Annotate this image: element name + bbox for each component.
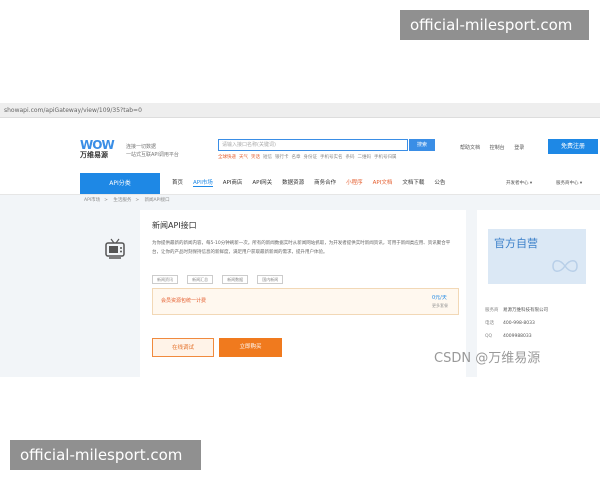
register-button[interactable]: 免费注册: [548, 139, 598, 154]
hot-word-link[interactable]: 短信: [263, 155, 272, 160]
hot-word-link[interactable]: 手机号实名: [320, 155, 343, 160]
watermark-bottom: official-milesport.com: [10, 440, 201, 470]
hot-word-link[interactable]: 天气: [239, 155, 248, 160]
slogan: 连接一切数据 一站式互联API调用平台: [126, 143, 179, 159]
tv-icon: [105, 238, 125, 259]
nav-item[interactable]: 数据资源: [282, 180, 304, 186]
breadcrumb-current: 新闻API接口: [144, 198, 170, 203]
hot-word-link[interactable]: 名章: [292, 155, 301, 160]
banner-title: 官方自营: [494, 237, 538, 250]
provider-phone-row: 电话 400-998-8033: [485, 317, 548, 330]
breadcrumb-sep: >: [104, 198, 108, 203]
logo-mark: WOW: [80, 138, 115, 152]
breadcrumb-sep: >: [135, 198, 140, 203]
api-tag[interactable]: 新闻汇总: [187, 275, 214, 284]
main-nav: API分类 首页 API市场 API商店 API网关 数据资源 商务合作 小程序 API文档 文…: [0, 173, 600, 195]
slogan-line-1: 连接一切数据: [126, 144, 157, 150]
hot-word-link[interactable]: 身份证: [304, 155, 318, 160]
provider-info: 服务商 易源万维科技有限公司 电话 400-998-8033 QQ 400998803…: [485, 304, 548, 343]
breadcrumb-item[interactable]: 生活服务: [113, 198, 131, 203]
plan-label: 会员资源包统一计费: [161, 298, 207, 304]
info-value: 400-998-8033: [503, 321, 535, 326]
console-link[interactable]: 控制台: [490, 145, 505, 151]
nav-items: 首页 API市场 API商店 API网关 数据资源 商务合作 小程序 API文档 文档下载 公告: [172, 173, 455, 194]
search-input[interactable]: 请输入接口名称(关键词): [218, 139, 408, 151]
nav-item[interactable]: API商店: [223, 180, 243, 186]
api-category-button[interactable]: API分类: [80, 173, 160, 194]
logo-name: 万维易源: [80, 151, 108, 159]
info-label: 电话: [485, 321, 494, 326]
address-bar[interactable]: showapi.com/apiGateway/view/109/35?tab=0: [0, 103, 600, 118]
nav-item[interactable]: API文档: [373, 180, 393, 186]
online-debug-button[interactable]: 在线调试: [152, 338, 214, 357]
api-title: 新闻API接口: [152, 221, 197, 230]
hot-word-link[interactable]: 条码: [346, 155, 355, 160]
login-link[interactable]: 登录: [514, 145, 524, 151]
provider-qq-row: QQ 4009988033: [485, 330, 548, 343]
info-value: 4009988033: [503, 334, 532, 339]
embedded-screenshot: showapi.com/apiGateway/view/109/35?tab=0…: [0, 103, 600, 377]
nav-item[interactable]: 文档下载: [402, 180, 424, 186]
api-tag[interactable]: 新闻资讯: [152, 275, 178, 284]
nav-item[interactable]: 小程序: [346, 180, 363, 186]
site-logo[interactable]: WOW 万维易源: [80, 139, 120, 160]
plan-price-value: 0元/天: [432, 295, 447, 301]
breadcrumb-item[interactable]: API市场: [84, 198, 100, 203]
provider-center-label: 服务商中心: [556, 181, 579, 186]
hot-word-link[interactable]: 手机号归属: [374, 155, 397, 160]
plan-more-link[interactable]: 更多套餐: [432, 302, 448, 310]
search-button[interactable]: 搜索: [409, 139, 435, 151]
provider-name-row: 服务商 易源万维科技有限公司: [485, 304, 548, 317]
pricing-plan[interactable]: 会员资源包统一计费 0元/天 更多套餐: [152, 288, 459, 315]
infinity-icon: [552, 260, 578, 272]
developer-center-label: 开发者中心: [506, 181, 529, 186]
api-description: 为你提供最新的新闻内容，每5-10分钟刷新一次。所有的新闻数据实时从新闻网站抓取…: [152, 241, 451, 255]
info-value: 易源万维科技有限公司: [503, 308, 548, 313]
nav-item[interactable]: 公告: [434, 180, 445, 186]
info-label: 服务商: [485, 308, 499, 313]
developer-center-select[interactable]: 开发者中心 ▾: [506, 173, 532, 194]
top-links: 帮助文档 控制台 登录: [460, 144, 532, 151]
official-banner: 官方自营: [488, 229, 586, 284]
breadcrumb: API市场 > 生活服务 > 新闻API接口: [84, 197, 174, 203]
nav-item[interactable]: 商务合作: [314, 180, 336, 186]
provider-center-select[interactable]: 服务商中心 ▾: [556, 173, 582, 194]
buy-now-button[interactable]: 立即购买: [219, 338, 282, 357]
api-tag[interactable]: 国内新闻: [257, 275, 284, 284]
slogan-line-2: 一站式互联API调用平台: [126, 152, 179, 158]
info-label: QQ: [485, 334, 493, 339]
watermark-top: official-milesport.com: [400, 10, 589, 40]
plan-price: 0元/天 更多套餐: [432, 294, 448, 310]
nav-item[interactable]: API市场: [193, 180, 213, 187]
hot-words: 全球快递 天气 笑话 短信 银行卡 名章 身份证 手机号实名 条码 二维码 手机号归属: [218, 154, 400, 161]
csdn-watermark: CSDN @万维易源: [434, 351, 541, 366]
nav-item[interactable]: API网关: [252, 180, 272, 186]
hot-word-link[interactable]: 全球快递: [218, 155, 236, 160]
nav-item[interactable]: 首页: [172, 180, 183, 186]
hot-word-link[interactable]: 二维码: [358, 155, 372, 160]
hot-word-link[interactable]: 笑话: [251, 155, 260, 160]
hot-word-link[interactable]: 银行卡: [275, 155, 289, 160]
help-docs-link[interactable]: 帮助文档: [460, 145, 480, 151]
api-tag[interactable]: 新闻数据: [222, 275, 249, 284]
api-tags: 新闻资讯 新闻汇总 新闻数据 国内新闻: [152, 266, 287, 285]
